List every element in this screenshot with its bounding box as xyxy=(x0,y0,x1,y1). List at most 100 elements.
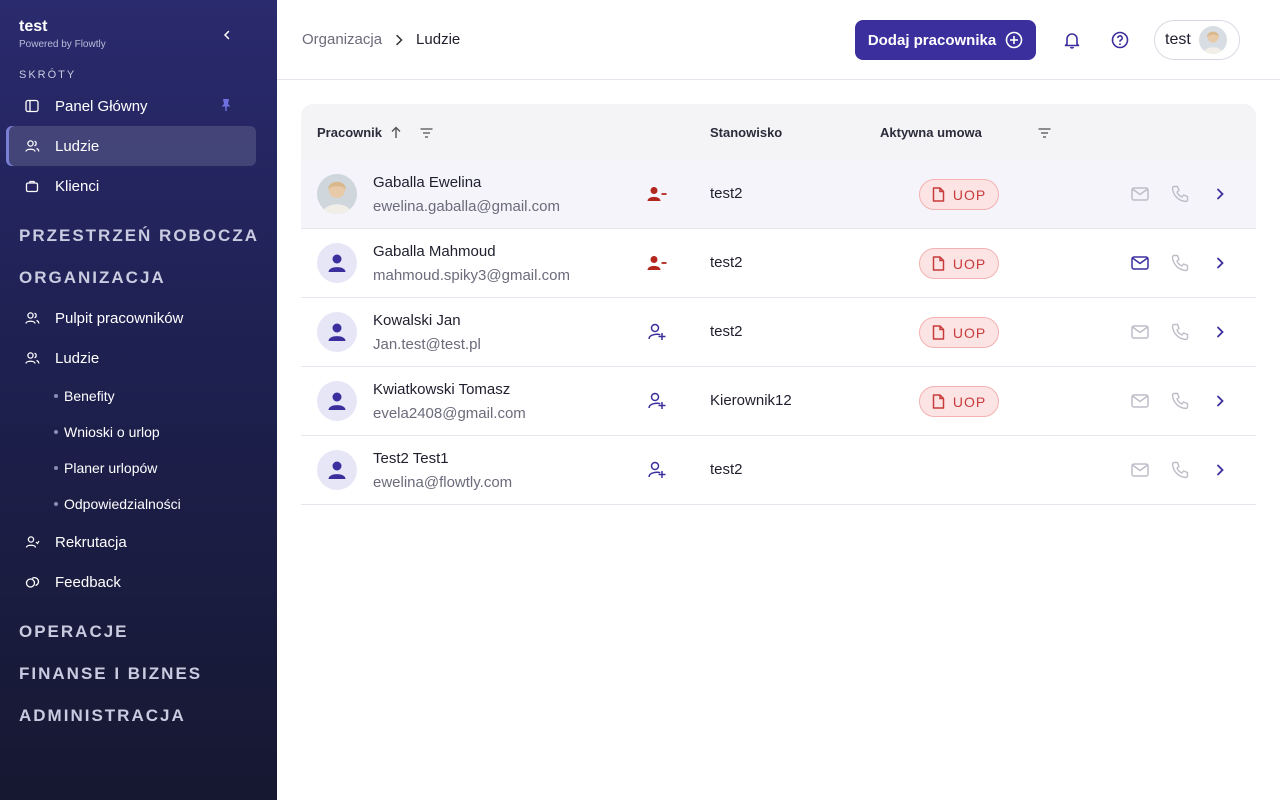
employee-email: evela2408@gmail.com xyxy=(373,405,526,422)
sidebar-item-feedback[interactable]: Feedback xyxy=(6,562,256,602)
chevron-right-icon[interactable] xyxy=(1210,322,1230,342)
employee-email: Jan.test@test.pl xyxy=(373,336,481,353)
document-icon xyxy=(932,325,945,340)
chevron-right-icon[interactable] xyxy=(1210,460,1230,480)
filter-icon[interactable] xyxy=(420,127,433,138)
people-icon xyxy=(24,350,40,366)
recruit-icon xyxy=(24,534,40,550)
employee-name[interactable]: Gaballa Ewelina xyxy=(373,174,481,191)
contract-badge: UOP xyxy=(919,179,999,210)
section-admin[interactable]: ADMINISTRACJA xyxy=(19,706,186,726)
table-row[interactable]: Gaballa Ewelina ewelina.gaballa@gmail.com… xyxy=(301,160,1256,229)
sidebar-subitem-label: Odpowiedzialności xyxy=(64,496,181,512)
employee-name[interactable]: Gaballa Mahmoud xyxy=(373,243,496,260)
user-menu[interactable]: test xyxy=(1154,20,1240,60)
brand-subtitle: Powered by Flowtly xyxy=(19,39,106,50)
brand-name: test xyxy=(19,18,48,35)
mail-icon[interactable] xyxy=(1130,253,1150,273)
people-icon xyxy=(24,310,40,326)
arrow-up-icon[interactable] xyxy=(390,126,402,139)
sidebar-item-label: Panel Główny xyxy=(55,97,148,115)
add-employee-label: Dodaj pracownika xyxy=(867,31,997,49)
document-icon xyxy=(932,256,945,271)
phone-icon[interactable] xyxy=(1170,253,1190,273)
section-organization[interactable]: ORGANIZACJA xyxy=(19,268,166,288)
phone-icon[interactable] xyxy=(1170,391,1190,411)
briefcase-icon xyxy=(24,178,40,194)
sidebar-subitem-label: Benefity xyxy=(64,388,115,404)
add-employee-button[interactable]: Dodaj pracownika xyxy=(855,20,1036,60)
chevron-right-icon[interactable] xyxy=(1210,253,1230,273)
employee-position: test2 xyxy=(710,185,743,202)
section-finance[interactable]: FINANSE I BIZNES xyxy=(19,664,202,684)
section-operations[interactable]: OPERACJE xyxy=(19,622,129,642)
help-icon[interactable] xyxy=(1110,30,1130,50)
pin-icon[interactable] xyxy=(220,98,232,116)
user-add-icon[interactable] xyxy=(647,322,667,342)
column-employee[interactable]: Pracownik xyxy=(317,125,433,140)
table-row[interactable]: Gaballa Mahmoud mahmoud.spiky3@gmail.com t… xyxy=(301,229,1256,298)
top-header: Organizacja Ludzie Dodaj pracownika test xyxy=(277,0,1280,80)
mail-icon[interactable] xyxy=(1130,391,1150,411)
mail-icon[interactable] xyxy=(1130,184,1150,204)
sidebar-item-label: Klienci xyxy=(55,177,100,195)
sidebar-subitem-wnioski[interactable]: Wnioski o urlop xyxy=(54,424,160,440)
sidebar-item-ludzie[interactable]: Ludzie xyxy=(6,338,256,378)
phone-icon[interactable] xyxy=(1170,184,1190,204)
breadcrumb-organizacja[interactable]: Organizacja xyxy=(302,31,382,48)
avatar xyxy=(317,174,357,214)
sidebar-item-label: Ludzie xyxy=(55,137,100,155)
mail-icon[interactable] xyxy=(1130,322,1150,342)
contract-badge: UOP xyxy=(919,248,999,279)
sidebar-item-label: Rekrutacja xyxy=(55,533,127,551)
column-contract[interactable]: Aktywna umowa xyxy=(880,125,1051,140)
user-add-icon[interactable] xyxy=(647,391,667,411)
employee-name[interactable]: Test2 Test1 xyxy=(373,450,449,467)
user-remove-icon[interactable] xyxy=(647,184,667,204)
column-label: Stanowisko xyxy=(710,125,783,140)
sidebar-item-ludzie-shortcut[interactable]: Ludzie xyxy=(6,126,256,166)
mail-icon[interactable] xyxy=(1130,460,1150,480)
sidebar-subitem-benefity[interactable]: Benefity xyxy=(54,388,115,404)
sidebar-panel-icon xyxy=(24,98,40,114)
contract-badge: UOP xyxy=(919,386,999,417)
employee-name[interactable]: Kwiatkowski Tomasz xyxy=(373,381,510,398)
filter-icon[interactable] xyxy=(1038,127,1051,138)
sidebar-subitem-odpowiedzialnosci[interactable]: Odpowiedzialności xyxy=(54,496,181,512)
sidebar-subitem-label: Planer urlopów xyxy=(64,460,158,476)
phone-icon[interactable] xyxy=(1170,460,1190,480)
chevron-right-icon[interactable] xyxy=(1210,184,1230,204)
sidebar-subitem-planer[interactable]: Planer urlopów xyxy=(54,460,157,476)
brand: test Powered by Flowtly xyxy=(19,18,106,50)
table-row[interactable]: Test2 Test1 ewelina@flowtly.com test2 xyxy=(301,436,1256,505)
employee-position: test2 xyxy=(710,254,743,271)
sidebar-item-pulpit[interactable]: Pulpit pracowników xyxy=(6,298,256,338)
table-row[interactable]: Kowalski Jan Jan.test@test.pl test2 UOP xyxy=(301,298,1256,367)
contract-badge: UOP xyxy=(919,317,999,348)
section-workspace[interactable]: PRZESTRZEŃ ROBOCZA xyxy=(19,226,259,246)
bullet-dot xyxy=(54,466,58,470)
chevron-right-icon[interactable] xyxy=(1210,391,1230,411)
employee-position: test2 xyxy=(710,461,743,478)
phone-icon[interactable] xyxy=(1170,322,1190,342)
user-add-icon[interactable] xyxy=(647,460,667,480)
user-name: test xyxy=(1165,31,1191,48)
sidebar-subitem-label: Wnioski o urlop xyxy=(64,424,160,440)
table-body: Gaballa Ewelina ewelina.gaballa@gmail.com… xyxy=(301,160,1256,505)
column-position[interactable]: Stanowisko xyxy=(710,125,782,140)
sidebar-item-klienci[interactable]: Klienci xyxy=(6,166,256,206)
user-remove-icon[interactable] xyxy=(647,253,667,273)
sidebar-item-panel-glowny[interactable]: Panel Główny xyxy=(6,86,256,126)
contract-label: UOP xyxy=(952,255,987,272)
chevron-left-icon xyxy=(223,30,230,40)
contract-label: UOP xyxy=(952,393,987,410)
table-row[interactable]: Kwiatkowski Tomasz evela2408@gmail.com Kie… xyxy=(301,367,1256,436)
collapse-sidebar-button[interactable] xyxy=(218,26,236,44)
employee-name[interactable]: Kowalski Jan xyxy=(373,312,461,329)
employee-email: mahmoud.spiky3@gmail.com xyxy=(373,267,570,284)
bullet-dot xyxy=(54,502,58,506)
bell-icon[interactable] xyxy=(1062,30,1082,50)
column-label: Pracownik xyxy=(317,125,383,140)
sidebar-item-rekrutacja[interactable]: Rekrutacja xyxy=(6,522,256,562)
user-avatar xyxy=(1198,26,1227,54)
